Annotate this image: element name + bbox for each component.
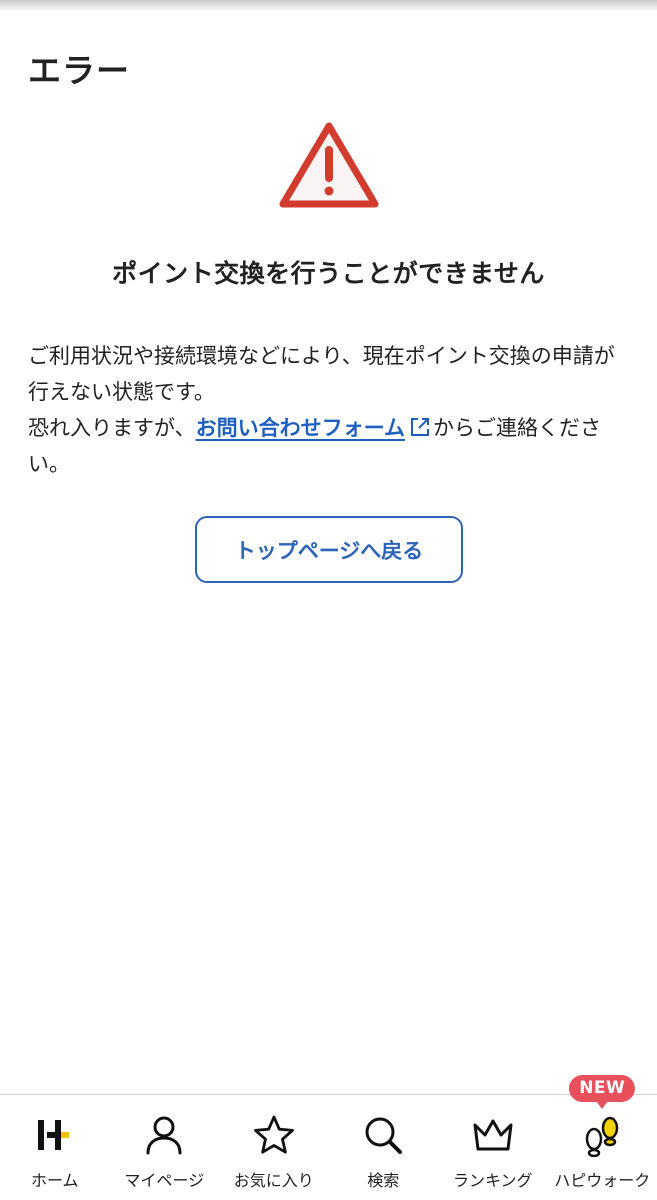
tab-search[interactable]: 検索 — [329, 1095, 439, 1200]
bottom-tab-bar: ホーム マイページ お気に入り 検索 ランキング NEW ハピウォーク — [0, 1075, 657, 1200]
tab-home[interactable]: ホーム — [0, 1095, 110, 1200]
star-icon — [253, 1115, 294, 1154]
tab-favorites[interactable]: お気に入り — [219, 1095, 329, 1200]
footprints-icon — [586, 1116, 619, 1157]
contact-form-link-label: お問い合わせフォーム — [195, 416, 405, 440]
external-link-icon — [410, 418, 429, 436]
page-title: エラー — [28, 51, 130, 90]
tab-hapiwalk-label: ハピウォーク — [554, 1171, 651, 1190]
error-message: ご利用状況や接続環境などにより、現在ポイント交換の申請が行えない状態です。 恐れ… — [28, 338, 633, 482]
contact-form-link[interactable]: お問い合わせフォーム — [196, 416, 405, 440]
tab-home-label: ホーム — [30, 1171, 79, 1190]
crown-icon — [473, 1119, 513, 1151]
new-badge: NEW — [569, 1075, 636, 1109]
message-line-1: ご利用状況や接続環境などにより、現在ポイント交換の申請が行えない状態です。 — [28, 344, 615, 404]
tab-mypage[interactable]: マイページ — [110, 1095, 220, 1200]
person-icon — [146, 1116, 182, 1155]
back-to-top-button[interactable]: トップページへ戻る — [195, 516, 463, 583]
warning-triangle-icon — [279, 122, 379, 208]
error-heading: ポイント交換を行うことができません — [112, 259, 545, 288]
tab-mypage-label: マイページ — [124, 1171, 205, 1190]
home-logo-icon — [37, 1120, 69, 1150]
tab-favorites-label: お気に入り — [233, 1171, 314, 1190]
message-prefix: 恐れ入りますが、 — [28, 416, 196, 440]
tab-search-label: 検索 — [367, 1171, 400, 1190]
top-shadow — [0, 0, 657, 12]
tab-ranking[interactable]: ランキング — [438, 1095, 548, 1200]
tab-ranking-label: ランキング — [452, 1171, 533, 1190]
search-icon — [365, 1117, 403, 1154]
tab-hapiwalk[interactable]: NEW ハピウォーク — [548, 1075, 657, 1200]
